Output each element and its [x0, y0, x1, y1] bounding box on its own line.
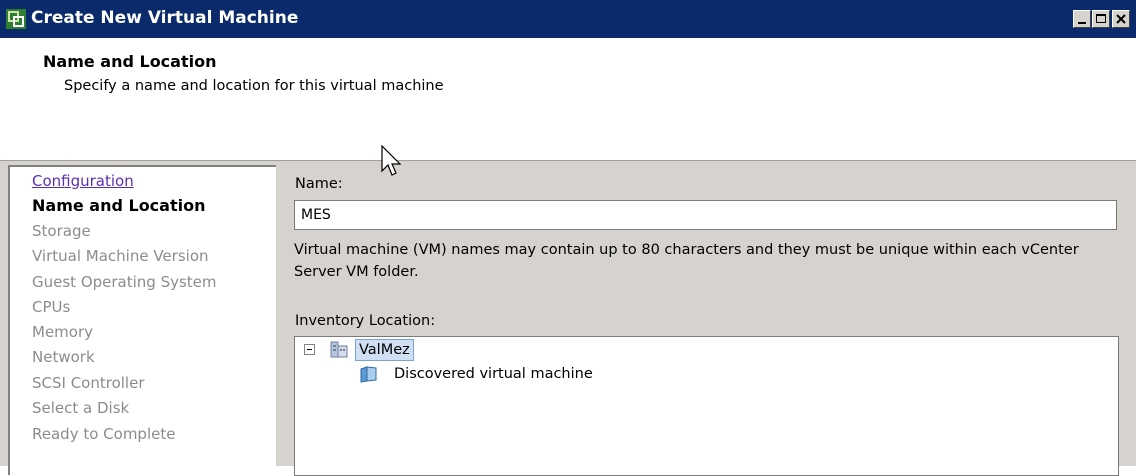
close-button[interactable]	[1112, 10, 1130, 28]
tree-node-valmez[interactable]: ValMez	[355, 339, 414, 361]
step-scsi-controller: SCSI Controller	[32, 374, 145, 392]
mouse-cursor-icon	[381, 145, 402, 176]
step-configuration[interactable]: Configuration	[32, 172, 134, 190]
step-memory: Memory	[32, 323, 94, 341]
minimize-button[interactable]	[1073, 10, 1091, 28]
vm-name-input[interactable]	[294, 200, 1117, 230]
step-network: Network	[32, 348, 95, 366]
name-label: Name:	[295, 176, 343, 192]
step-guest-os: Guest Operating System	[32, 273, 217, 291]
step-select-disk: Select a Disk	[32, 399, 130, 417]
folder-icon	[360, 366, 377, 383]
step-storage: Storage	[32, 222, 91, 240]
minimize-icon	[1078, 22, 1086, 24]
step-cpus: CPUs	[32, 298, 71, 316]
maximize-icon	[1096, 14, 1106, 23]
datacenter-icon	[330, 341, 348, 358]
close-icon	[1116, 14, 1126, 24]
page-title: Name and Location	[43, 52, 217, 71]
vsphere-app-icon	[6, 9, 26, 29]
page-subtitle: Specify a name and location for this vir…	[64, 78, 444, 94]
inventory-tree[interactable]	[294, 336, 1119, 476]
collapse-toggle-icon[interactable]	[304, 344, 315, 355]
maximize-button[interactable]	[1092, 10, 1110, 28]
tree-node-discovered-vm[interactable]: Discovered virtual machine	[394, 366, 593, 382]
step-name-and-location: Name and Location	[32, 196, 206, 215]
step-ready-to-complete: Ready to Complete	[32, 425, 176, 443]
window-title: Create New Virtual Machine	[31, 8, 299, 28]
name-help-text: Virtual machine (VM) names may contain u…	[294, 242, 1079, 280]
page-header: Name and Location Specify a name and loc…	[0, 38, 1136, 160]
title-bar: Create New Virtual Machine	[0, 0, 1136, 38]
inventory-location-label: Inventory Location:	[295, 313, 436, 329]
step-vm-version: Virtual Machine Version	[32, 247, 209, 265]
